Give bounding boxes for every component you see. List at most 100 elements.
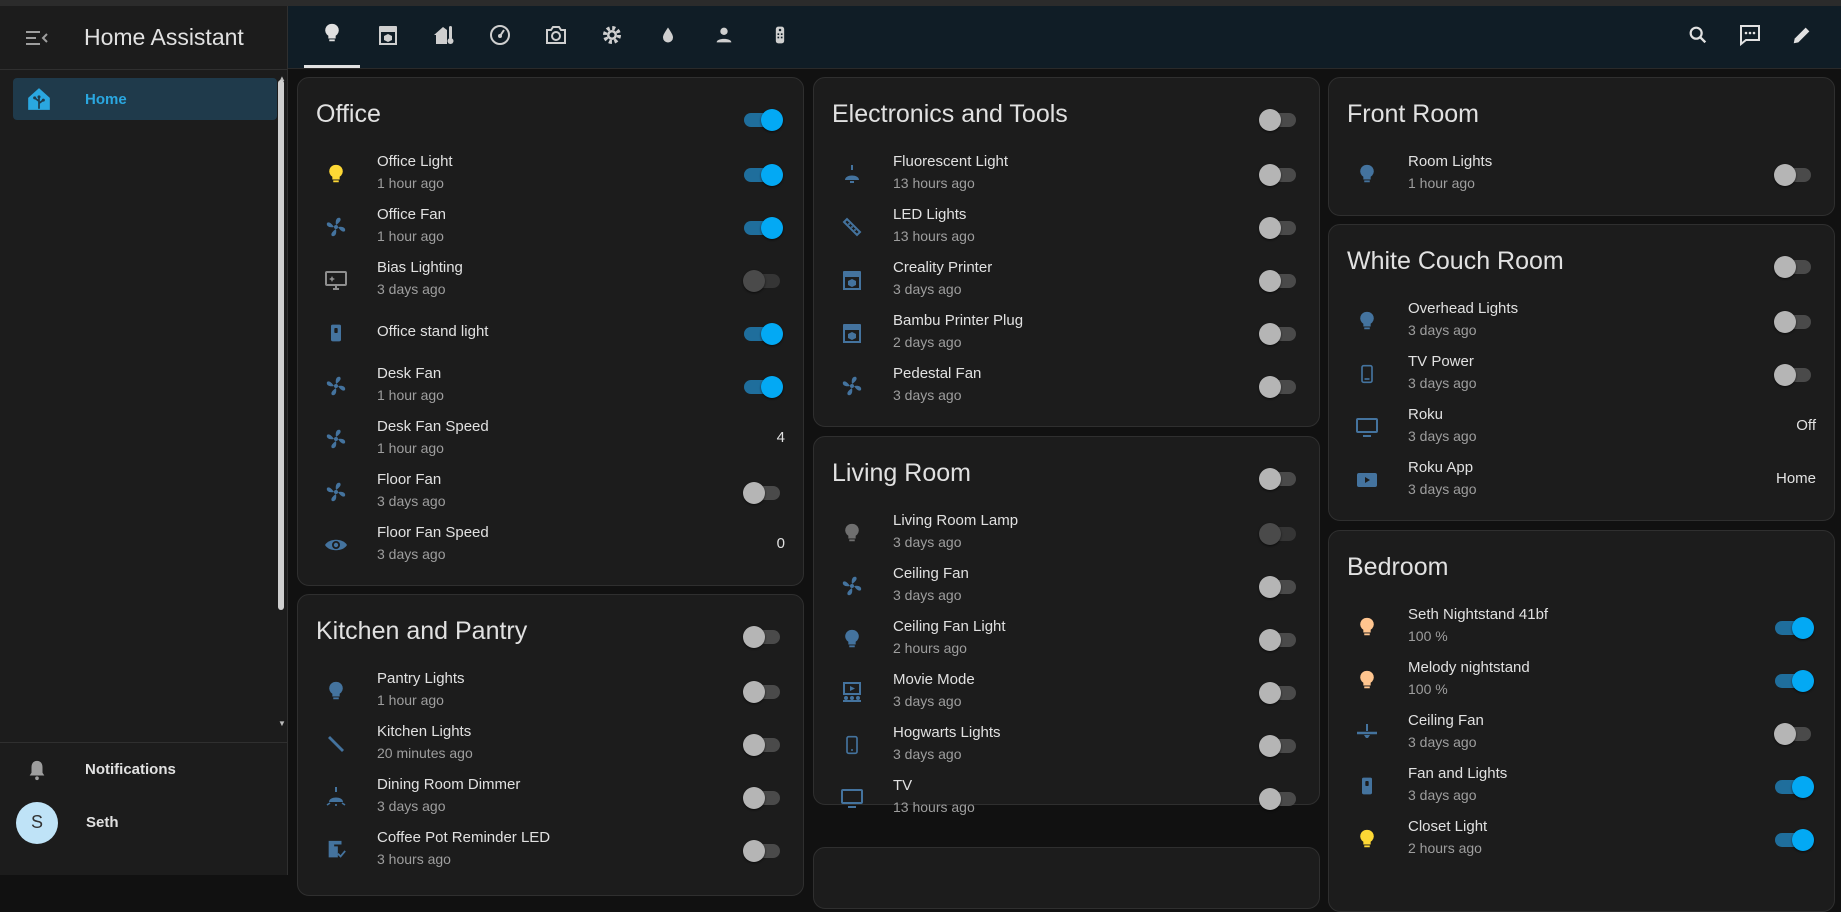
group-toggle[interactable]: [1774, 254, 1814, 280]
entity-row[interactable]: Office Light 1 hour ago: [298, 149, 803, 201]
entity-row[interactable]: Coffee Pot Reminder LED 3 hours ago: [298, 825, 803, 877]
entity-toggle[interactable]: [743, 785, 783, 811]
entity-row[interactable]: Office stand light: [298, 308, 803, 360]
search-button[interactable]: [1674, 6, 1722, 68]
entity-toggle[interactable]: [1774, 774, 1814, 800]
entity-toggle[interactable]: [1259, 733, 1299, 759]
sidebar-notifications[interactable]: Notifications: [0, 743, 287, 796]
entity-toggle[interactable]: [1774, 309, 1814, 335]
entity-toggle[interactable]: [743, 268, 783, 294]
tab-settings[interactable]: [584, 6, 640, 68]
entity-row[interactable]: Desk Fan 1 hour ago: [298, 361, 803, 413]
tab-camera[interactable]: [528, 6, 584, 68]
entity-toggle[interactable]: [1774, 668, 1814, 694]
entity-row[interactable]: Floor Fan 3 days ago: [298, 467, 803, 519]
menu-collapse-icon[interactable]: [24, 25, 50, 51]
assist-button[interactable]: [1726, 6, 1774, 68]
entity-status: 3 days ago: [893, 693, 962, 709]
entity-value: 0: [776, 535, 785, 552]
tab-person[interactable]: [696, 6, 752, 68]
entity-row[interactable]: Dining Room Dimmer 3 days ago: [298, 772, 803, 824]
entity-toggle[interactable]: [1259, 268, 1299, 294]
entity-toggle[interactable]: [743, 732, 783, 758]
group-toggle[interactable]: [1259, 466, 1299, 492]
entity-toggle[interactable]: [1259, 162, 1299, 188]
entity-toggle[interactable]: [743, 374, 783, 400]
entity-toggle[interactable]: [1259, 574, 1299, 600]
entity-row[interactable]: Living Room Lamp 3 days ago: [814, 508, 1319, 560]
entity-row[interactable]: Office Fan 1 hour ago: [298, 202, 803, 254]
entity-row[interactable]: Roku App 3 days ago Home: [1329, 455, 1834, 507]
entity-status: 13 hours ago: [893, 228, 975, 244]
entity-row[interactable]: Ceiling Fan Light 2 hours ago: [814, 614, 1319, 666]
entity-row[interactable]: Ceiling Fan 3 days ago: [814, 561, 1319, 613]
entity-toggle[interactable]: [1259, 321, 1299, 347]
entity-row[interactable]: Hogwarts Lights 3 days ago: [814, 720, 1319, 772]
entity-toggle[interactable]: [1259, 680, 1299, 706]
entity-toggle[interactable]: [1259, 521, 1299, 547]
entity-toggle[interactable]: [1774, 162, 1814, 188]
entity-row[interactable]: Room Lights 1 hour ago: [1329, 149, 1834, 201]
entity-status: 3 days ago: [377, 493, 446, 509]
tab-remote[interactable]: [752, 6, 808, 68]
sidebar: Home Assistant Home ▲ ▼ Notifications S …: [0, 6, 288, 875]
entity-row[interactable]: Bambu Printer Plug 2 days ago: [814, 308, 1319, 360]
sidebar-user[interactable]: S Seth: [0, 796, 287, 849]
sidebar-scrollbar[interactable]: [278, 80, 284, 610]
entity-row[interactable]: Desk Fan Speed 1 hour ago 4: [298, 414, 803, 466]
entity-row[interactable]: Fan and Lights 3 days ago: [1329, 761, 1834, 813]
entity-row[interactable]: Closet Light 2 hours ago: [1329, 814, 1834, 866]
tab-lights[interactable]: [304, 6, 360, 68]
entity-name: Ceiling Fan: [1408, 712, 1484, 729]
entity-status: 13 hours ago: [893, 799, 975, 815]
theater-icon: [840, 680, 864, 704]
entity-toggle[interactable]: [743, 480, 783, 506]
entity-toggle[interactable]: [743, 679, 783, 705]
entity-row[interactable]: Floor Fan Speed 3 days ago 0: [298, 520, 803, 572]
tab-printer3d[interactable]: [360, 6, 416, 68]
entity-row[interactable]: Fluorescent Light 13 hours ago: [814, 149, 1319, 201]
entity-row[interactable]: Roku 3 days ago Off: [1329, 402, 1834, 454]
entity-toggle[interactable]: [1774, 721, 1814, 747]
entity-row[interactable]: Ceiling Fan 3 days ago: [1329, 708, 1834, 760]
entity-toggle[interactable]: [1774, 615, 1814, 641]
entity-row[interactable]: Bias Lighting 3 days ago: [298, 255, 803, 307]
entity-toggle[interactable]: [1259, 627, 1299, 653]
sidebar-item-home[interactable]: Home: [13, 78, 277, 120]
entity-row[interactable]: Pantry Lights 1 hour ago: [298, 666, 803, 718]
entity-toggle[interactable]: [743, 838, 783, 864]
entity-toggle[interactable]: [1259, 374, 1299, 400]
entity-row[interactable]: Melody nightstand 100 %: [1329, 655, 1834, 707]
entity-row[interactable]: Pedestal Fan 3 days ago: [814, 361, 1319, 413]
scroll-down-arrow[interactable]: ▼: [278, 719, 286, 728]
entity-status: 3 days ago: [377, 798, 446, 814]
group-toggle[interactable]: [743, 107, 783, 133]
entity-toggle[interactable]: [743, 215, 783, 241]
entity-row[interactable]: Movie Mode 3 days ago: [814, 667, 1319, 719]
tab-water[interactable]: [640, 6, 696, 68]
entity-row[interactable]: Kitchen Lights 20 minutes ago: [298, 719, 803, 771]
entity-row[interactable]: Seth Nightstand 41bf 100 %: [1329, 602, 1834, 654]
entity-row[interactable]: TV 13 hours ago: [814, 773, 1319, 825]
entity-toggle[interactable]: [1774, 362, 1814, 388]
entity-status: 3 days ago: [1408, 375, 1477, 391]
group-toggle[interactable]: [743, 624, 783, 650]
group-toggle[interactable]: [1259, 107, 1299, 133]
user-name: Seth: [86, 814, 119, 831]
entity-row[interactable]: Overhead Lights 3 days ago: [1329, 296, 1834, 348]
entity-toggle[interactable]: [1774, 827, 1814, 853]
entity-row[interactable]: LED Lights 13 hours ago: [814, 202, 1319, 254]
entity-status: 100 %: [1408, 681, 1448, 697]
tab-climate[interactable]: [416, 6, 472, 68]
tab-gauge[interactable]: [472, 6, 528, 68]
entity-toggle[interactable]: [743, 162, 783, 188]
entity-toggle[interactable]: [1259, 786, 1299, 812]
entity-row[interactable]: TV Power 3 days ago: [1329, 349, 1834, 401]
entity-row[interactable]: Creality Printer 3 days ago: [814, 255, 1319, 307]
entity-toggle[interactable]: [1259, 215, 1299, 241]
entity-toggle[interactable]: [743, 321, 783, 347]
edit-dashboard-button[interactable]: [1778, 6, 1826, 68]
entity-status: 1 hour ago: [377, 175, 444, 191]
entity-status: 3 days ago: [377, 281, 446, 297]
card-office: Office Office Light 1 hour ago Office Fa…: [297, 77, 804, 586]
